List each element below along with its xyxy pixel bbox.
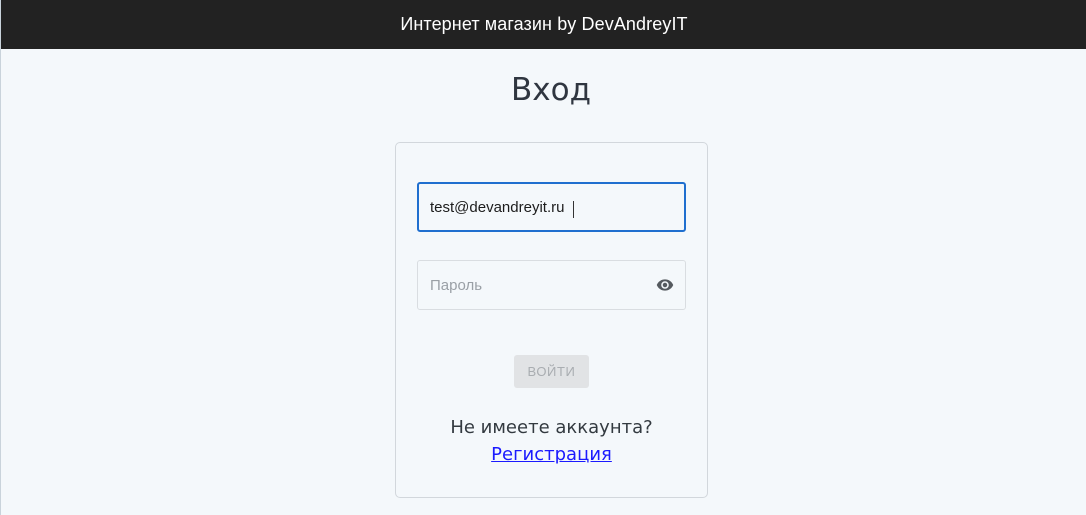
site-title: Интернет магазин by DevAndreyIT	[400, 14, 688, 34]
page-title: Вход	[510, 72, 591, 108]
top-navbar: Интернет магазин by DevAndreyIT	[1, 0, 1086, 49]
email-input[interactable]	[430, 184, 640, 230]
no-account-text: Не имеете аккаунта?	[450, 417, 653, 438]
eye-icon[interactable]	[654, 276, 676, 294]
password-field[interactable]	[417, 260, 686, 310]
login-button[interactable]: ВОЙТИ	[514, 355, 589, 388]
register-link[interactable]: Регистрация	[396, 444, 707, 465]
password-input[interactable]	[430, 261, 640, 309]
text-cursor	[573, 201, 574, 218]
email-field[interactable]	[417, 182, 686, 232]
login-card: ВОЙТИ Не имеете аккаунта? Регистрация	[395, 142, 708, 498]
